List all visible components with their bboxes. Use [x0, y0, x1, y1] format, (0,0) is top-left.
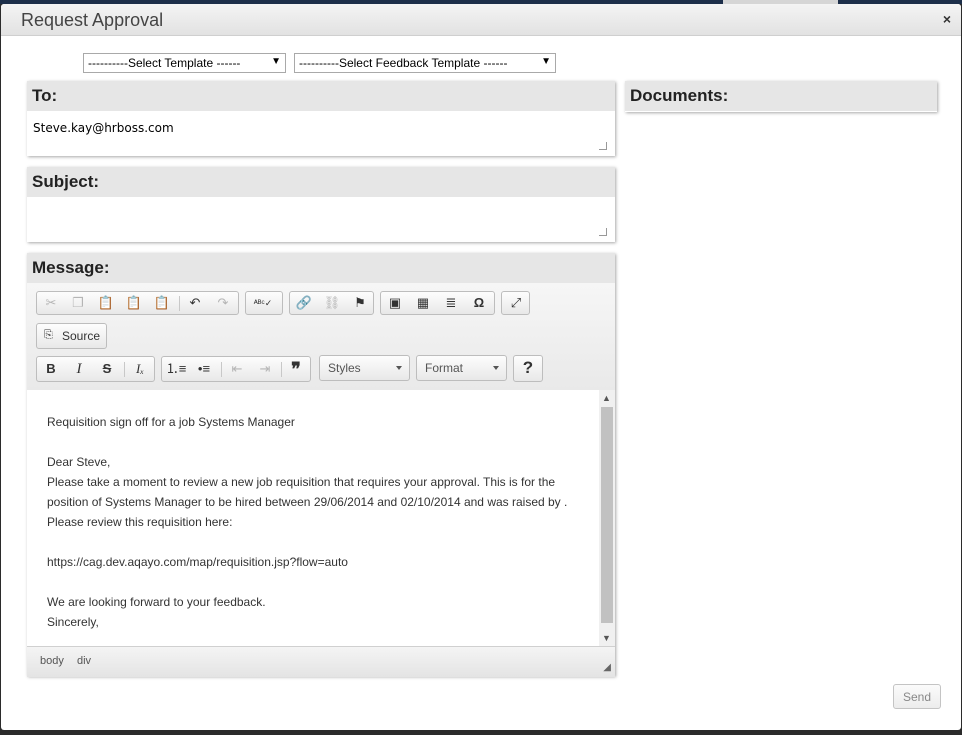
paste-word-icon[interactable]: 📋 [149, 294, 175, 312]
table-icon[interactable]: ▦ [410, 294, 436, 312]
remove-format-icon[interactable]: Iₓ [127, 360, 153, 378]
spellcheck-group: ᴬᴮᶜ✓ [245, 291, 283, 315]
maximize-icon[interactable]: ⤢ [503, 294, 529, 312]
requisition-link: https://cag.dev.aqayo.com/map/requisitio… [47, 555, 348, 569]
scrollbar-thumb[interactable] [601, 407, 613, 623]
feedback-template-select[interactable]: ----------Select Feedback Template -----… [294, 53, 556, 73]
chevron-down-icon [396, 366, 402, 370]
message-editor[interactable]: Requisition sign off for a job Systems M… [27, 390, 615, 646]
help-button[interactable]: ? [513, 355, 543, 382]
unlink-icon[interactable]: ⛓ [319, 294, 345, 312]
message-line: Please take a moment to review a new job… [47, 475, 568, 529]
editor-resize-icon[interactable]: ◢ [603, 662, 611, 673]
link-group: 🔗 ⛓ ⚑ [289, 291, 374, 315]
strikethrough-icon[interactable]: S [94, 360, 120, 378]
source-icon: ⎘ [44, 329, 53, 341]
styles-dropdown[interactable]: Styles [319, 355, 410, 381]
toolbar-separator [281, 362, 282, 377]
styles-label: Styles [328, 361, 361, 375]
send-button[interactable]: Send [893, 684, 941, 709]
editor-statusbar: body div ◢ [27, 646, 615, 677]
source-label: Source [62, 329, 101, 343]
to-field[interactable]: Steve.kay@hrboss.com [27, 111, 615, 156]
clipboard-group: ✂ ❐ 📋 📋 📋 ↶ ↷ [36, 291, 239, 315]
resize-handle[interactable] [599, 142, 607, 150]
format-dropdown[interactable]: Format [416, 355, 507, 381]
basic-styles-group: B I S Iₓ [36, 356, 155, 382]
resize-handle[interactable] [599, 228, 607, 236]
undo-icon[interactable]: ↶ [182, 294, 208, 312]
toolbar-separator [221, 362, 222, 377]
chevron-down-icon [493, 366, 499, 370]
paste-text-icon[interactable]: 📋 [121, 294, 147, 312]
indent-icon[interactable]: ⇥ [252, 360, 278, 378]
dialog-titlebar: Request Approval × [1, 4, 961, 36]
request-approval-dialog: Request Approval × ----------Select Temp… [1, 4, 961, 730]
message-label: Message: [27, 253, 615, 283]
close-icon[interactable]: × [943, 11, 951, 27]
subject-panel: Subject: [27, 167, 615, 242]
path-body[interactable]: body [40, 655, 64, 667]
chevron-down-icon: ▼ [271, 56, 281, 67]
spellcheck-icon[interactable]: ᴬᴮᶜ✓ [250, 294, 276, 312]
numbered-list-icon[interactable]: ⒈≡ [163, 360, 189, 378]
documents-label: Documents: [625, 81, 937, 111]
path-div[interactable]: div [77, 655, 91, 667]
editor-scrollbar[interactable]: ▲ ▼ [599, 390, 615, 646]
italic-icon[interactable]: I [66, 360, 92, 378]
subject-label: Subject: [27, 167, 615, 197]
list-group: ⒈≡ •≡ ⇤ ⇥ ❞ [161, 356, 311, 382]
source-button[interactable]: ⎘ Source [36, 323, 107, 349]
outdent-icon[interactable]: ⇤ [224, 360, 250, 378]
toolbar-separator [179, 296, 180, 311]
chevron-down-icon: ▼ [541, 56, 551, 67]
paste-icon[interactable]: 📋 [93, 294, 119, 312]
special-character-icon[interactable]: Ω [466, 294, 492, 312]
horizontal-rule-icon[interactable]: ≣ [438, 294, 464, 312]
message-line: Requisition sign off for a job Systems M… [47, 415, 295, 429]
cut-icon[interactable]: ✂ [38, 294, 64, 312]
image-icon[interactable]: ▣ [382, 294, 408, 312]
to-panel: To: Steve.kay@hrboss.com [27, 81, 615, 156]
message-panel: Message: ✂ ❐ 📋 📋 📋 ↶ ↷ ᴬᴮᶜ✓ 🔗 ⛓ ⚑ ▣ ▦ ≣ … [27, 253, 615, 677]
blockquote-icon[interactable]: ❞ [283, 360, 309, 378]
message-line: Sincerely, [47, 615, 99, 629]
to-label: To: [27, 81, 615, 111]
maximize-group: ⤢ [501, 291, 530, 315]
template-select-value: ----------Select Template ------ [88, 56, 241, 70]
redo-icon[interactable]: ↷ [210, 294, 236, 312]
format-label: Format [425, 361, 464, 375]
dialog-title: Request Approval [21, 10, 164, 30]
insert-group: ▣ ▦ ≣ Ω [380, 291, 495, 315]
editor-toolbar: ✂ ❐ 📋 📋 📋 ↶ ↷ ᴬᴮᶜ✓ 🔗 ⛓ ⚑ ▣ ▦ ≣ Ω ⤢ ⎘ Sou… [27, 283, 615, 391]
message-body[interactable]: Requisition sign off for a job Systems M… [47, 412, 587, 632]
anchor-flag-icon[interactable]: ⚑ [347, 294, 373, 312]
scroll-up-icon[interactable]: ▲ [602, 393, 611, 403]
template-select[interactable]: ----------Select Template ------ ▼ [83, 53, 286, 73]
bold-icon[interactable]: B [38, 360, 64, 378]
message-line: Dear Steve, [47, 455, 111, 469]
link-icon[interactable]: 🔗 [291, 294, 317, 312]
feedback-template-select-value: ----------Select Feedback Template -----… [299, 56, 508, 70]
message-line: We are looking forward to your feedback. [47, 595, 266, 609]
copy-icon[interactable]: ❐ [65, 294, 91, 312]
toolbar-separator [124, 362, 125, 377]
subject-field[interactable] [27, 197, 615, 242]
scroll-down-icon[interactable]: ▼ [602, 633, 611, 643]
documents-panel: Documents: [625, 81, 937, 112]
bulleted-list-icon[interactable]: •≡ [191, 360, 217, 378]
help-icon: ? [522, 358, 534, 377]
